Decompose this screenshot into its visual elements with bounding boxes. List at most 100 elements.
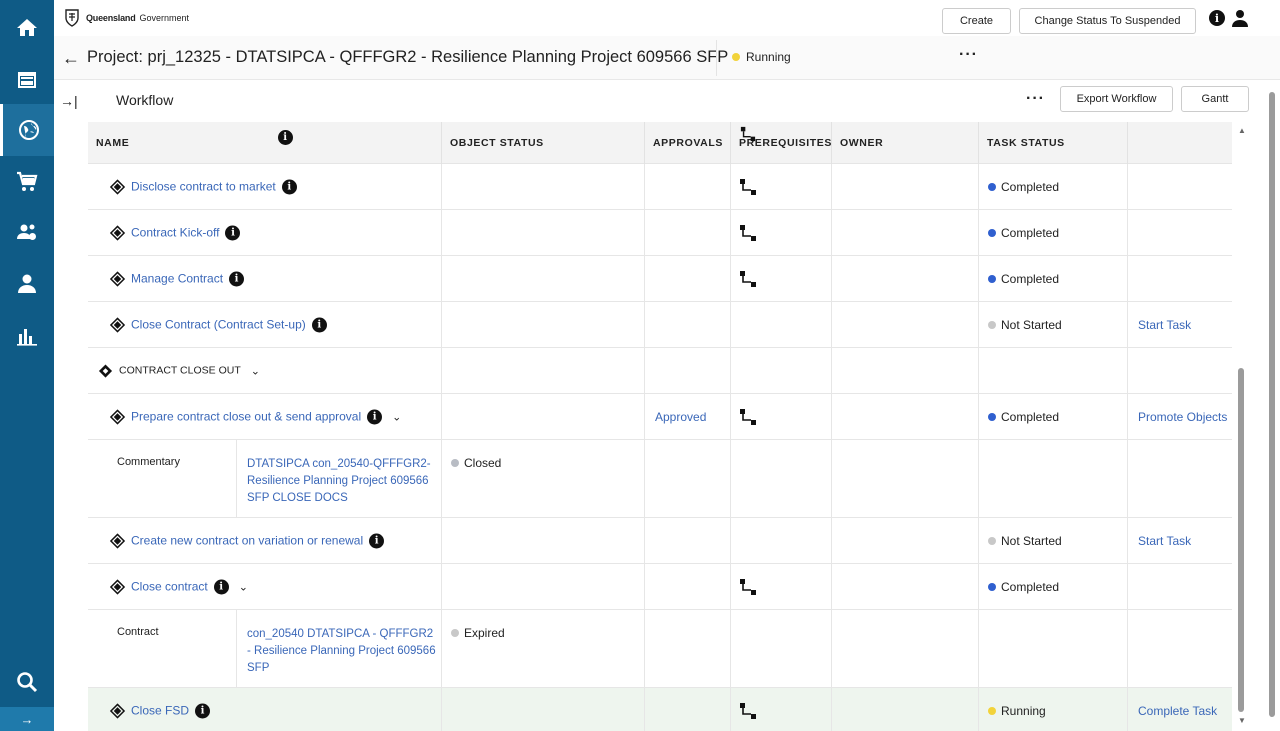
task-link[interactable]: Close contract: [131, 580, 208, 594]
prerequisites-icon[interactable]: [739, 578, 757, 596]
task-action-link[interactable]: Promote Objects: [1138, 410, 1227, 424]
sub-label-cell: Contract: [88, 610, 237, 687]
reports-icon[interactable]: [0, 310, 54, 362]
status-dot-icon: [988, 582, 996, 591]
page-scroll-thumb[interactable]: [1269, 92, 1275, 717]
table-row: Manage Contract i Completed: [88, 256, 1232, 302]
account-icon[interactable]: [1230, 8, 1250, 28]
scroll-up-icon[interactable]: ▲: [1238, 126, 1246, 135]
info-icon[interactable]: i: [281, 179, 297, 194]
prerequisites-icon[interactable]: [739, 178, 757, 196]
object-status-cell: [442, 688, 645, 731]
home-icon[interactable]: [0, 2, 54, 54]
prerequisites-cell: [731, 394, 832, 439]
task-link[interactable]: Manage Contract: [131, 272, 223, 286]
task-status-cell: Not Started: [979, 518, 1128, 563]
name-cell: Disclose contract to market i: [88, 164, 442, 209]
workflow-more-icon[interactable]: ···: [1026, 90, 1045, 108]
approvals-cell: Approved: [645, 394, 731, 439]
column-header-name[interactable]: NAME i: [88, 122, 442, 164]
search-icon[interactable]: [0, 656, 54, 708]
column-header-object-status[interactable]: OBJECT STATUS: [442, 122, 645, 164]
column-header-owner[interactable]: OWNER: [832, 122, 979, 164]
sub-object-row: Commentary DTATSIPCA con_20540-QFFFGR2-Re…: [88, 440, 1232, 518]
task-link[interactable]: Close FSD: [131, 704, 189, 718]
task-status-label: Completed: [1001, 225, 1060, 240]
table-row: Prepare contract close out & send approv…: [88, 394, 1232, 440]
empty-cell: [645, 610, 731, 687]
approvals-cell: [645, 164, 731, 209]
task-status-label: Running: [1001, 703, 1046, 718]
collapse-panel-icon[interactable]: →|: [60, 93, 78, 109]
sub-object-link[interactable]: con_20540 DTATSIPCA - QFFFGR2 - Resilien…: [247, 626, 437, 677]
prerequisites-cell: [731, 564, 832, 609]
task-action-link[interactable]: Complete Task: [1138, 704, 1217, 718]
table-row: Contract Kick-off i Completed: [88, 210, 1232, 256]
prerequisites-icon[interactable]: [739, 270, 757, 288]
column-header-approvals[interactable]: APPROVALS: [645, 122, 731, 164]
info-icon[interactable]: i: [367, 409, 383, 424]
globe-projects-icon[interactable]: [0, 104, 54, 156]
scroll-down-icon[interactable]: ▼: [1238, 716, 1246, 725]
status-dot-icon: [988, 412, 996, 421]
task-link[interactable]: Create new contract on variation or rene…: [131, 534, 363, 548]
approvals-cell: [645, 302, 731, 347]
table-header: NAME i OBJECT STATUS APPROVALS PREREQUIS…: [88, 122, 1232, 164]
prerequisites-cell: [731, 256, 832, 301]
chevron-down-icon[interactable]: ⌄: [251, 364, 260, 377]
change-status-suspended-button[interactable]: Change Status To Suspended: [1019, 8, 1196, 34]
table-scrollbar[interactable]: ▲ ▼: [1234, 122, 1250, 731]
status-dot-icon: [451, 459, 459, 467]
task-action-link[interactable]: Start Task: [1138, 534, 1191, 548]
suppliers-icon[interactable]: [0, 206, 54, 258]
prerequisites-cell: [731, 210, 832, 255]
object-status-label: Expired: [464, 626, 505, 640]
prerequisites-icon[interactable]: [739, 224, 757, 242]
task-link[interactable]: Contract Kick-off: [131, 226, 219, 240]
owner-cell: [832, 302, 979, 347]
task-link[interactable]: Prepare contract close out & send approv…: [131, 410, 361, 424]
sub-object-link[interactable]: DTATSIPCA con_20540-QFFFGR2-Resilience P…: [247, 456, 437, 507]
action-cell: Promote Objects: [1128, 394, 1232, 439]
export-workflow-button[interactable]: Export Workflow: [1060, 86, 1173, 112]
prerequisites-icon[interactable]: [739, 408, 757, 426]
info-icon[interactable]: i: [311, 317, 327, 332]
status-dot-icon: [988, 320, 996, 329]
task-link[interactable]: Close Contract (Contract Set-up): [131, 318, 306, 332]
user-icon[interactable]: [0, 258, 54, 310]
prerequisites-icon[interactable]: [739, 702, 757, 720]
info-icon[interactable]: i: [278, 130, 293, 145]
task-link[interactable]: Disclose contract to market: [131, 180, 276, 194]
info-icon[interactable]: i: [369, 533, 385, 548]
chevron-down-icon[interactable]: ⌄: [239, 580, 248, 593]
more-options-icon[interactable]: ···: [959, 46, 978, 64]
empty-cell: [731, 348, 832, 393]
info-icon[interactable]: i: [225, 225, 241, 240]
task-status-cell: Completed: [979, 564, 1128, 609]
create-button[interactable]: Create: [942, 8, 1011, 34]
sub-link-cell: con_20540 DTATSIPCA - QFFFGR2 - Resilien…: [237, 610, 442, 687]
column-header-prerequisites[interactable]: PREREQUISITES: [731, 122, 832, 164]
task-action-link[interactable]: Start Task: [1138, 318, 1191, 332]
object-status-cell: [442, 518, 645, 563]
info-icon[interactable]: i: [213, 579, 229, 594]
brand-regular: Government: [139, 13, 190, 23]
empty-cell: [442, 348, 645, 393]
page-scrollbar[interactable]: [1266, 80, 1278, 731]
approval-link[interactable]: Approved: [655, 410, 706, 424]
column-header-task-status[interactable]: TASK STATUS: [979, 122, 1128, 164]
info-icon[interactable]: i: [195, 703, 211, 718]
dashboard-icon[interactable]: [0, 54, 54, 106]
gantt-button[interactable]: Gantt: [1181, 86, 1249, 112]
scroll-thumb[interactable]: [1238, 368, 1244, 712]
info-icon[interactable]: i: [229, 271, 245, 286]
back-arrow-icon[interactable]: ←: [62, 48, 80, 69]
action-cell: [1128, 256, 1232, 301]
empty-cell: [645, 440, 731, 517]
expand-nav-icon[interactable]: →: [0, 707, 54, 731]
cart-icon[interactable]: [0, 156, 54, 208]
chevron-down-icon[interactable]: ⌄: [392, 410, 401, 423]
task-status-cell: Running: [979, 688, 1128, 731]
info-icon[interactable]: i: [1209, 10, 1225, 26]
empty-cell: [979, 440, 1128, 517]
